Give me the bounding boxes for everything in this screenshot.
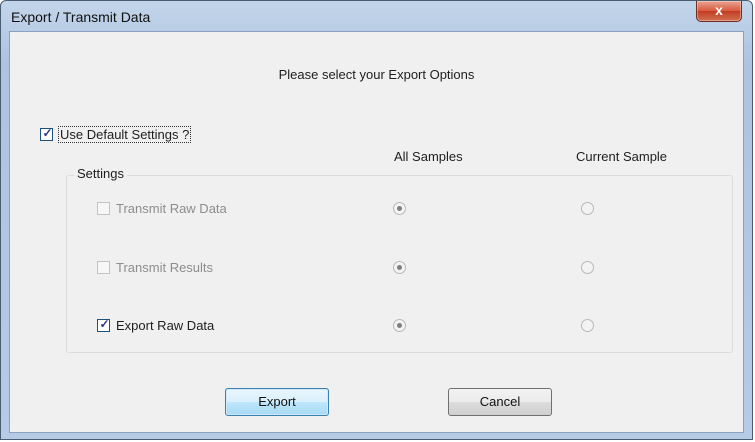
column-header-all-samples: All Samples <box>394 149 463 164</box>
column-header-current-sample: Current Sample <box>576 149 668 164</box>
use-default-settings-label: Use Default Settings ? <box>58 126 192 143</box>
transmit-raw-data-checkbox[interactable]: Transmit Raw Data <box>97 201 227 216</box>
cancel-button[interactable]: Cancel <box>448 388 552 416</box>
close-icon: x <box>715 2 723 18</box>
dialog-header: Please select your Export Options <box>278 67 475 82</box>
export-button[interactable]: Export <box>225 388 329 416</box>
export-raw-data-checkbox[interactable]: ✓ Export Raw Data <box>97 317 215 333</box>
checkbox-box[interactable]: ✓ <box>40 126 53 141</box>
checkbox-box[interactable]: ✓ <box>97 317 110 332</box>
transmit-results-current-sample-radio[interactable] <box>581 261 594 274</box>
checkmark-icon: ✓ <box>99 317 110 331</box>
title-bar[interactable]: Export / Transmit Data x <box>1 1 752 31</box>
settings-group-label: Settings <box>74 166 127 181</box>
export-raw-data-all-samples-radio[interactable] <box>393 319 406 332</box>
export-dialog: Export / Transmit Data x Please select y… <box>0 0 753 440</box>
transmit-raw-data-label: Transmit Raw Data <box>116 201 227 216</box>
transmit-results-checkbox[interactable]: Transmit Results <box>97 260 213 275</box>
transmit-raw-data-current-sample-radio[interactable] <box>581 202 594 215</box>
close-button[interactable]: x <box>696 1 742 22</box>
transmit-raw-data-all-samples-radio[interactable] <box>393 202 406 215</box>
transmit-results-all-samples-radio[interactable] <box>393 261 406 274</box>
checkbox-box[interactable] <box>97 202 110 215</box>
export-raw-data-current-sample-radio[interactable] <box>581 319 594 332</box>
window-title: Export / Transmit Data <box>11 9 151 25</box>
transmit-results-label: Transmit Results <box>116 260 214 275</box>
use-default-settings-checkbox[interactable]: ✓ Use Default Settings ? <box>40 126 192 143</box>
export-raw-data-label: Export Raw Data <box>116 318 215 333</box>
checkbox-box[interactable] <box>97 261 110 274</box>
checkmark-icon: ✓ <box>42 126 53 140</box>
dialog-body: Please select your Export Options ✓ Use … <box>9 31 744 433</box>
